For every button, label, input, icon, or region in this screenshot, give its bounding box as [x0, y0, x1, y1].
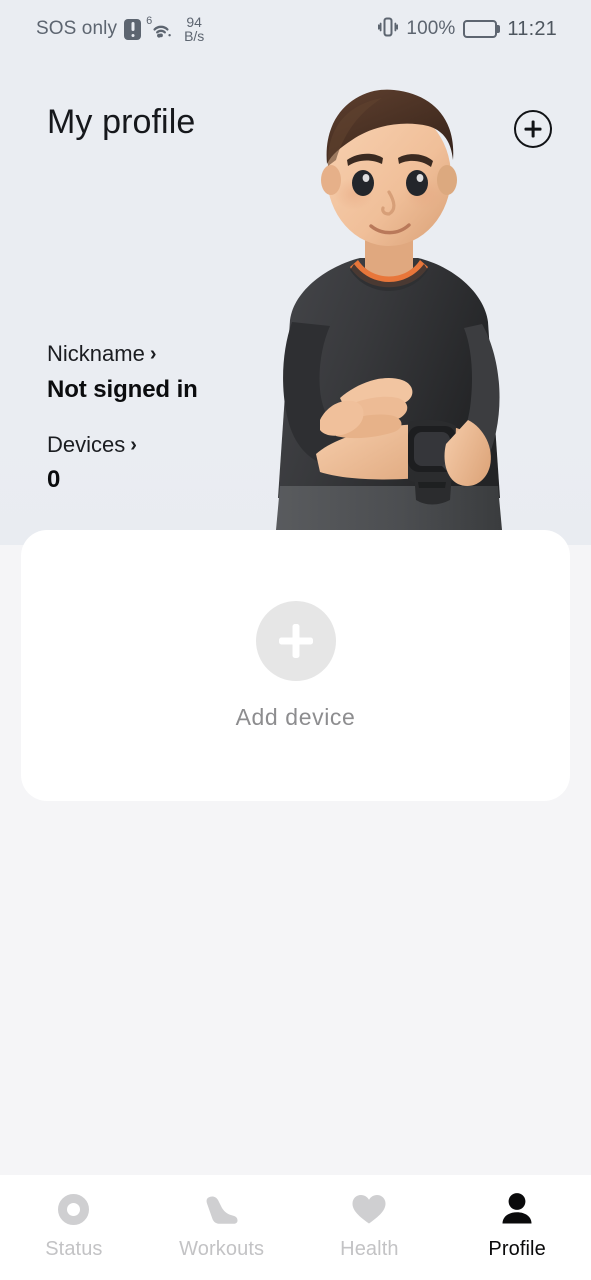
person-icon	[497, 1189, 537, 1229]
nav-label-workouts: Workouts	[179, 1238, 265, 1260]
network-speed: 94 B/s	[184, 13, 205, 44]
devices-label: Devices	[47, 431, 126, 457]
nav-item-health[interactable]: Health	[296, 1189, 444, 1261]
clock-label: 11:21	[507, 17, 557, 40]
nickname-row[interactable]: Nickname › Not signed in	[47, 340, 198, 405]
devices-row[interactable]: Devices › 0	[47, 431, 198, 496]
chevron-right-icon: ›	[149, 343, 157, 366]
nav-item-workouts[interactable]: Workouts	[148, 1189, 296, 1261]
add-device-label: Add device	[235, 703, 356, 730]
page-title: My profile	[47, 103, 196, 141]
profile-info: Nickname › Not signed in Devices › 0	[47, 340, 198, 495]
alert-badge-icon	[124, 18, 142, 40]
status-bar-left: SOS only 6 94 B/s	[36, 13, 205, 44]
status-bar: SOS only 6 94 B/s 100% 11:21	[0, 0, 591, 58]
nav-label-status: Status	[45, 1238, 103, 1260]
plus-circle-icon[interactable]	[514, 110, 552, 148]
network-speed-unit: B/s	[184, 28, 205, 44]
battery-full-icon	[463, 20, 498, 38]
devices-value: 0	[47, 466, 61, 494]
nickname-value: Not signed in	[47, 375, 198, 403]
vibrate-icon	[378, 16, 399, 43]
battery-percent-label: 100%	[406, 18, 456, 39]
carrier-label: SOS only	[36, 18, 118, 39]
running-shoe-icon	[202, 1189, 242, 1229]
avatar-illustration	[232, 68, 542, 530]
nickname-label: Nickname	[47, 341, 145, 366]
chevron-right-icon: ›	[130, 433, 137, 456]
wifi-icon: 6	[146, 16, 175, 40]
nav-label-health: Health	[340, 1238, 399, 1260]
devices-link[interactable]: Devices ›	[47, 431, 137, 460]
phone-screen: SOS only 6 94 B/s 100% 11:21 My profile …	[0, 0, 591, 1280]
nav-label-profile: Profile	[488, 1238, 546, 1260]
nav-item-status[interactable]: Status	[0, 1189, 148, 1261]
network-speed-value: 94	[186, 13, 202, 30]
status-bar-right: 100% 11:21	[378, 16, 557, 43]
bottom-navigation: Status Workouts Health Profile	[0, 1175, 591, 1280]
add-device-card[interactable]: Add device	[21, 530, 570, 801]
nav-item-profile[interactable]: Profile	[443, 1189, 591, 1261]
plus-icon[interactable]	[255, 600, 336, 681]
hero-background: SOS only 6 94 B/s 100% 11:21 My profile …	[0, 0, 591, 545]
heart-icon	[349, 1189, 389, 1229]
nickname-link[interactable]: Nickname ›	[47, 340, 156, 369]
activity-ring-icon	[54, 1189, 94, 1229]
